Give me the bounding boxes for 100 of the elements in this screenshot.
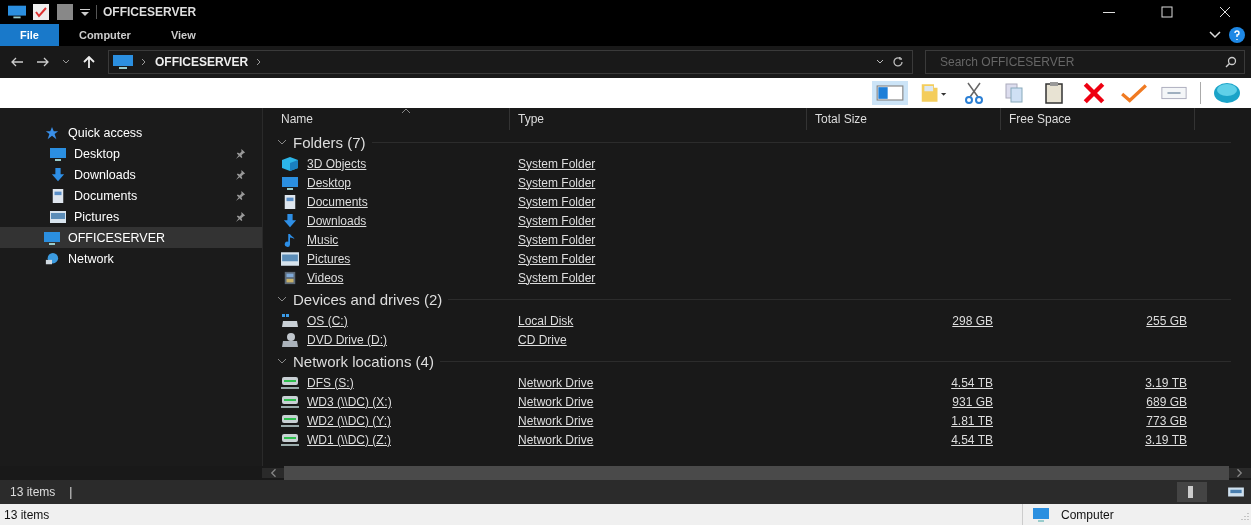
monitor-icon[interactable] — [8, 4, 26, 20]
total-size: 4.54 TB — [951, 432, 993, 447]
column-header[interactable]: Free Space — [1001, 108, 1195, 130]
ribbon-tab[interactable]: Computer — [58, 24, 151, 46]
item-type: Network Drive — [518, 394, 594, 409]
search-icon — [1225, 56, 1237, 68]
window-title: OFFICESERVER — [103, 5, 197, 19]
item-name[interactable]: WD2 (\\DC) (Y:) — [307, 413, 391, 428]
chevron-right-icon — [141, 58, 147, 66]
total-size: 4.54 TB — [951, 375, 993, 390]
free-space: 689 GB — [1146, 394, 1187, 409]
column-header[interactable]: Total Size — [807, 108, 1001, 130]
item-type: System Folder — [518, 175, 596, 190]
item-type: System Folder — [518, 156, 596, 171]
details-view-icon[interactable] — [1177, 482, 1207, 502]
item-type: System Folder — [518, 270, 596, 285]
back-arrow-icon[interactable] — [10, 56, 24, 68]
network-drive-icon — [281, 375, 299, 390]
sidebar-item[interactable]: Desktop — [0, 143, 262, 164]
item-name[interactable]: Documents — [307, 194, 368, 209]
item-type: Network Drive — [518, 375, 594, 390]
sidebar-item[interactable]: Quick access — [0, 122, 262, 143]
monitor-icon — [44, 230, 60, 245]
download-arrow-icon — [50, 167, 66, 182]
group-header[interactable]: Devices and drives (2) — [293, 290, 443, 308]
chevron-down-icon[interactable] — [1209, 31, 1221, 39]
sidebar-item[interactable]: OFFICESERVER — [0, 227, 262, 248]
item-type: System Folder — [518, 194, 596, 209]
collapse-chevron-icon[interactable] — [277, 296, 287, 302]
checkmark-icon[interactable] — [1120, 81, 1148, 105]
scroll-right-icon[interactable] — [1229, 468, 1251, 478]
status-separator: | — [69, 485, 73, 499]
item-type: Local Disk — [518, 313, 574, 328]
item-name[interactable]: OS (C:) — [307, 313, 348, 328]
item-name[interactable]: Downloads — [307, 213, 367, 228]
download-arrow-icon — [281, 213, 299, 228]
ribbon-tab[interactable]: File — [0, 24, 59, 46]
monitor-icon — [281, 175, 299, 190]
total-size: 1.81 TB — [951, 413, 993, 428]
monitor-icon — [50, 146, 66, 161]
sidebar-item[interactable]: Pictures — [0, 206, 262, 227]
item-name[interactable]: Desktop — [307, 175, 352, 190]
free-space: 3.19 TB — [1145, 432, 1187, 447]
sidebar-item[interactable]: Network — [0, 248, 262, 269]
group-header[interactable]: Network locations (4) — [293, 352, 434, 370]
history-dropdown-icon[interactable] — [876, 59, 884, 65]
location-label: Computer — [1061, 507, 1114, 522]
sort-caret-icon — [401, 108, 411, 114]
scrollbar-thumb[interactable] — [284, 466, 1229, 480]
customize-menu-icon[interactable] — [80, 7, 90, 17]
item-count: 13 items — [4, 507, 50, 522]
breadcrumb[interactable]: OFFICESERVER — [155, 55, 249, 69]
recent-dropdown-icon[interactable] — [62, 59, 70, 65]
column-header[interactable]: Name — [273, 108, 510, 130]
item-type: System Folder — [518, 232, 596, 247]
up-arrow-icon[interactable] — [82, 56, 96, 68]
item-name[interactable]: Music — [307, 232, 339, 247]
close-icon[interactable] — [1219, 6, 1231, 18]
help-icon[interactable] — [1229, 27, 1245, 43]
item-type: Network Drive — [518, 413, 594, 428]
free-space: 3.19 TB — [1145, 375, 1187, 390]
item-type: Network Drive — [518, 432, 594, 447]
collapse-chevron-icon[interactable] — [277, 358, 287, 364]
item-name[interactable]: Pictures — [307, 251, 351, 266]
forward-arrow-icon[interactable] — [36, 56, 50, 68]
cube-icon — [281, 156, 299, 171]
collapse-chevron-icon[interactable] — [277, 139, 287, 145]
network-drive-icon — [281, 394, 299, 409]
item-name[interactable]: 3D Objects — [307, 156, 367, 171]
pane-layout-icon[interactable] — [872, 81, 908, 105]
chevron-right-icon — [256, 58, 263, 66]
picture-icon — [50, 209, 66, 224]
network-globe-icon — [44, 251, 60, 266]
network-drive-icon — [281, 413, 299, 428]
sidebar-item[interactable]: Downloads — [0, 164, 262, 185]
sidebar-item[interactable]: Documents — [0, 185, 262, 206]
properties-icon[interactable] — [32, 4, 50, 20]
free-space: 773 GB — [1146, 413, 1187, 428]
document-icon — [50, 188, 66, 203]
group-header[interactable]: Folders (7) — [293, 133, 366, 151]
item-count: 13 items — [10, 485, 56, 499]
item-name[interactable]: WD1 (\\DC) (Z:) — [307, 432, 391, 447]
ribbon-tab[interactable]: View — [150, 24, 216, 46]
item-name[interactable]: DVD Drive (D:) — [307, 332, 387, 347]
search-field[interactable]: Search OFFICESERVER — [925, 50, 1245, 74]
item-name[interactable]: Videos — [307, 270, 344, 285]
item-name[interactable]: WD3 (\\DC) (X:) — [307, 394, 392, 409]
address-field[interactable]: OFFICESERVER — [108, 50, 913, 74]
total-size: 931 GB — [952, 394, 993, 409]
item-type: CD Drive — [518, 332, 567, 347]
folder-icon[interactable] — [56, 4, 74, 20]
picture-icon — [281, 251, 299, 266]
item-name[interactable]: DFS (S:) — [307, 375, 354, 390]
network-drive-icon — [281, 432, 299, 447]
refresh-icon[interactable] — [892, 56, 904, 68]
hard-drive-icon — [281, 313, 299, 328]
item-type: System Folder — [518, 213, 596, 228]
column-header[interactable]: Type — [510, 108, 807, 130]
maximize-icon[interactable] — [1161, 6, 1173, 18]
scroll-left-icon[interactable] — [262, 468, 284, 478]
